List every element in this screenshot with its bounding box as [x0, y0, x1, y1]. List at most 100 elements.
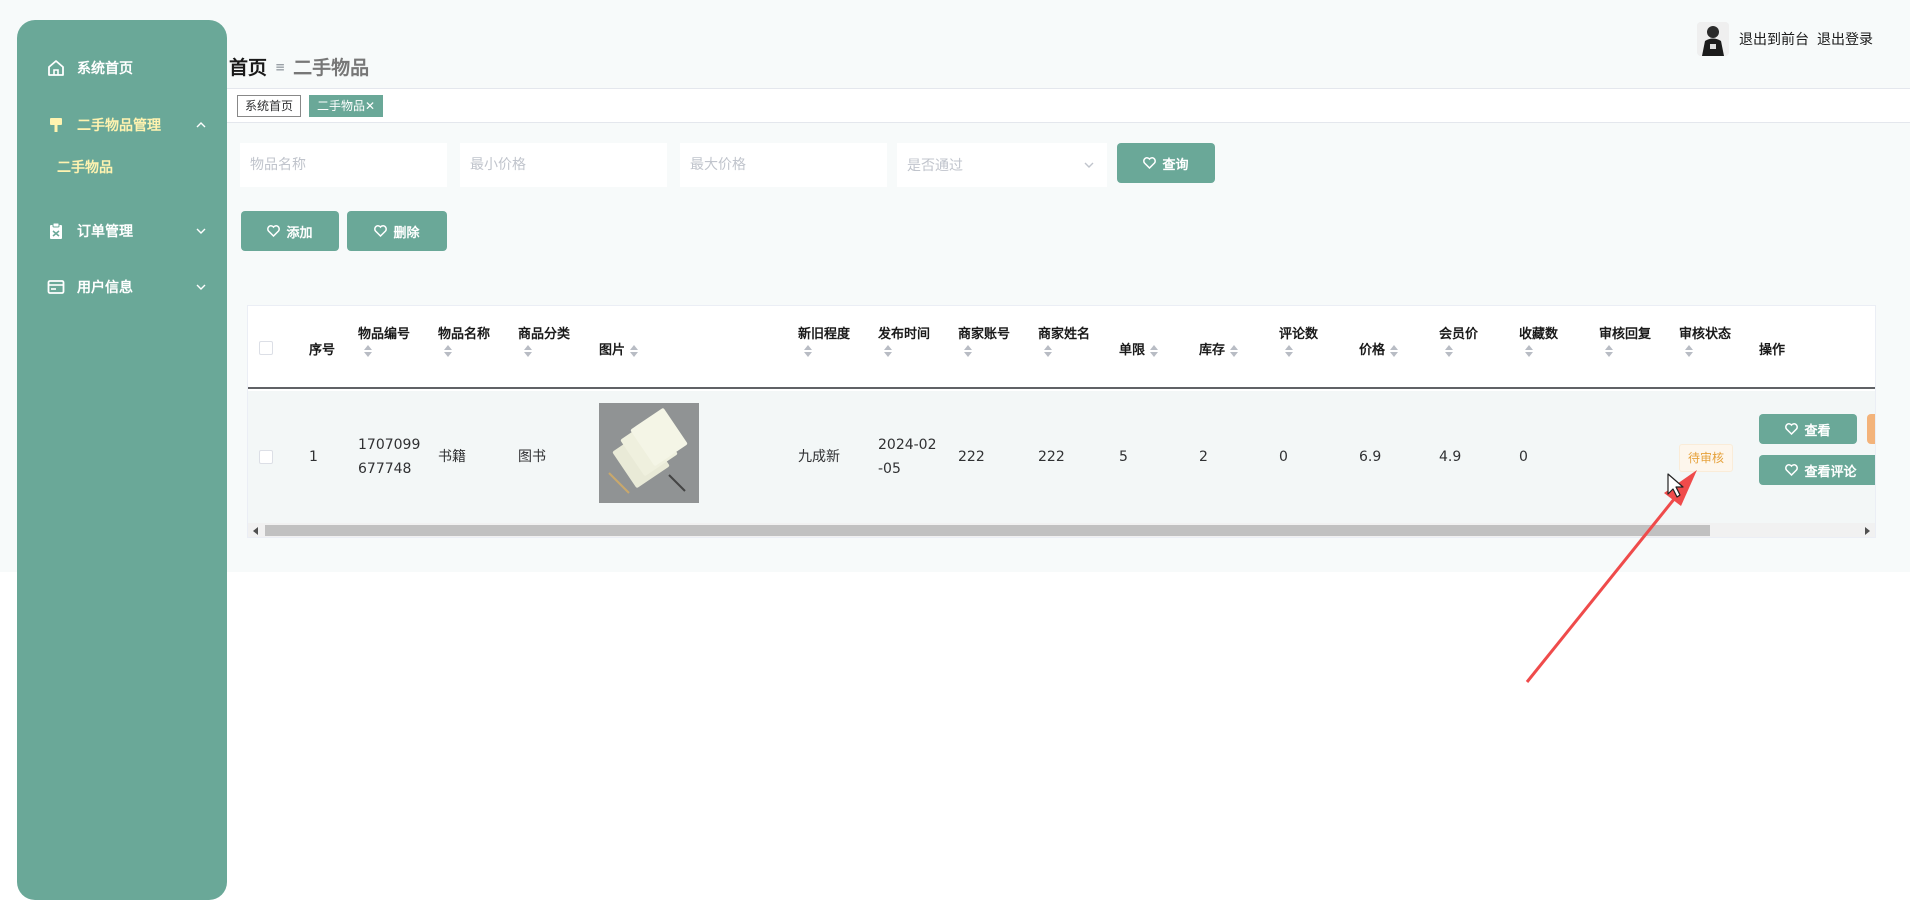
header-item-name[interactable]: 物品名称 — [438, 323, 490, 357]
sidebar: 系统首页 二手物品管理 二手物品 订单管理 用户信息 — [17, 20, 227, 900]
goods-table: 序号 物品编号 物品名称 商品分类 图片 新旧程度 发布时间 商家账号 商家姓名… — [247, 305, 1876, 538]
cell-item-no-line2: 677748 — [358, 461, 412, 477]
header-comments[interactable]: 评论数 — [1279, 323, 1319, 357]
home-icon — [47, 59, 65, 77]
sort-icon[interactable] — [964, 345, 973, 357]
cell-comments: 0 — [1279, 449, 1288, 465]
sort-icon[interactable] — [1149, 344, 1159, 357]
header-member-price[interactable]: 会员价 — [1439, 323, 1479, 357]
select-all-checkbox[interactable] — [259, 341, 273, 355]
sidebar-item-label: 用户信息 — [77, 280, 133, 296]
sort-icon[interactable] — [1685, 345, 1694, 357]
add-button[interactable]: 添加 — [241, 211, 339, 251]
query-button[interactable]: 查询 — [1117, 143, 1215, 183]
cell-publish-time: 2024-02 -05 — [878, 433, 937, 481]
view-button-label: 查看 — [1804, 423, 1831, 439]
item-name-input[interactable] — [240, 143, 447, 187]
view-comments-button[interactable]: 查看评论 — [1759, 455, 1875, 485]
heart-icon — [1785, 423, 1799, 435]
sidebar-item-home[interactable]: 系统首页 — [17, 48, 227, 88]
header-condition[interactable]: 新旧程度 — [798, 323, 850, 357]
heart-icon — [267, 225, 281, 237]
scroll-left-icon[interactable] — [253, 527, 258, 535]
sort-icon[interactable] — [1525, 345, 1534, 357]
view-button[interactable]: 查看 — [1759, 414, 1857, 444]
header-favorites[interactable]: 收藏数 — [1519, 323, 1558, 357]
item-image[interactable] — [599, 403, 699, 503]
header-publish-time-label: 发布时间 — [878, 327, 931, 342]
header-comments-label: 评论数 — [1279, 327, 1319, 342]
cell-limit: 5 — [1119, 449, 1128, 465]
approval-select[interactable]: 是否通过 — [897, 143, 1107, 187]
horizontal-scrollbar[interactable] — [248, 523, 1875, 537]
sidebar-item-label: 订单管理 — [77, 224, 133, 240]
cell-condition: 九成新 — [798, 449, 840, 465]
tab-system-home[interactable]: 系统首页 — [237, 95, 302, 117]
table-row: 1 1707099 677748 书籍 图书 九成新 2024-02 -05 2… — [248, 391, 1875, 523]
sidebar-subitem-goods[interactable]: 二手物品 — [57, 157, 113, 177]
header-item-no[interactable]: 物品编号 — [358, 323, 411, 357]
header-review-status-label: 审核状态 — [1679, 327, 1732, 342]
cell-favorites: 0 — [1519, 449, 1528, 465]
header-review-reply-label: 审核回复 — [1599, 327, 1652, 342]
sort-icon[interactable] — [884, 345, 893, 357]
header-review-reply[interactable]: 审核回复 — [1599, 323, 1652, 357]
scrollbar-thumb[interactable] — [265, 525, 1710, 536]
sort-icon[interactable] — [524, 345, 533, 357]
header-category[interactable]: 商品分类 — [518, 323, 570, 357]
breadcrumb-home[interactable]: 首页 — [229, 53, 267, 80]
header-merchant-name[interactable]: 商家姓名 — [1038, 323, 1091, 357]
heart-icon — [1785, 464, 1799, 476]
cell-item-name: 书籍 — [438, 449, 466, 465]
cell-category: 图书 — [518, 449, 546, 465]
delete-button[interactable]: 删除 — [347, 211, 447, 251]
back-to-front-link[interactable]: 退出到前台 — [1739, 29, 1809, 49]
edit-button[interactable] — [1867, 414, 1875, 444]
cell-price: 6.9 — [1359, 449, 1382, 465]
header-member-price-label: 会员价 — [1439, 327, 1479, 342]
sort-icon[interactable] — [1389, 344, 1399, 357]
breadcrumb-separator: ≡ — [275, 59, 286, 74]
delete-button-label: 删除 — [393, 225, 420, 241]
max-price-input[interactable] — [680, 143, 887, 187]
sidebar-item-goods-management[interactable]: 二手物品管理 — [17, 105, 227, 145]
header-image[interactable]: 图片 — [599, 339, 639, 358]
header-price[interactable]: 价格 — [1359, 339, 1399, 358]
sort-icon[interactable] — [1229, 344, 1239, 357]
heart-icon — [374, 225, 388, 237]
chevron-down-icon — [196, 228, 206, 234]
sidebar-item-user-info[interactable]: 用户信息 — [17, 267, 227, 307]
tab-goods[interactable]: 二手物品✕ — [309, 95, 384, 117]
cell-publish-time-line2: -05 — [878, 461, 901, 477]
sort-icon[interactable] — [1445, 345, 1454, 357]
sort-icon[interactable] — [629, 344, 639, 357]
min-price-input[interactable] — [460, 143, 667, 187]
header-stock-label: 库存 — [1199, 343, 1226, 358]
sort-icon[interactable] — [364, 345, 373, 357]
cell-member-price: 4.9 — [1439, 449, 1462, 465]
header-merchant-account[interactable]: 商家账号 — [958, 323, 1010, 357]
header-item-no-label: 物品编号 — [358, 327, 411, 342]
chevron-down-icon — [1084, 162, 1094, 168]
sort-icon[interactable] — [1044, 345, 1053, 357]
status-badge: 待审核 — [1679, 444, 1734, 472]
sort-icon[interactable] — [804, 345, 813, 357]
logout-link[interactable]: 退出登录 — [1817, 29, 1873, 49]
header-index: 序号 — [309, 343, 336, 358]
sidebar-item-orders[interactable]: 订单管理 — [17, 211, 227, 251]
chevron-down-icon — [196, 284, 206, 290]
sort-icon[interactable] — [1285, 345, 1294, 357]
header-merchant-name-label: 商家姓名 — [1038, 327, 1091, 342]
breadcrumb-current: 二手物品 — [293, 57, 370, 79]
header-limit[interactable]: 单限 — [1119, 339, 1159, 358]
sort-icon[interactable] — [444, 345, 453, 357]
scroll-right-icon[interactable] — [1865, 527, 1870, 535]
row-checkbox[interactable] — [259, 450, 273, 464]
header-price-label: 价格 — [1359, 343, 1386, 358]
avatar[interactable] — [1697, 22, 1729, 56]
header-publish-time[interactable]: 发布时间 — [878, 323, 931, 357]
sort-icon[interactable] — [1605, 345, 1614, 357]
header-review-status[interactable]: 审核状态 — [1679, 323, 1732, 357]
sidebar-item-label: 系统首页 — [77, 61, 133, 77]
header-stock[interactable]: 库存 — [1199, 339, 1239, 358]
